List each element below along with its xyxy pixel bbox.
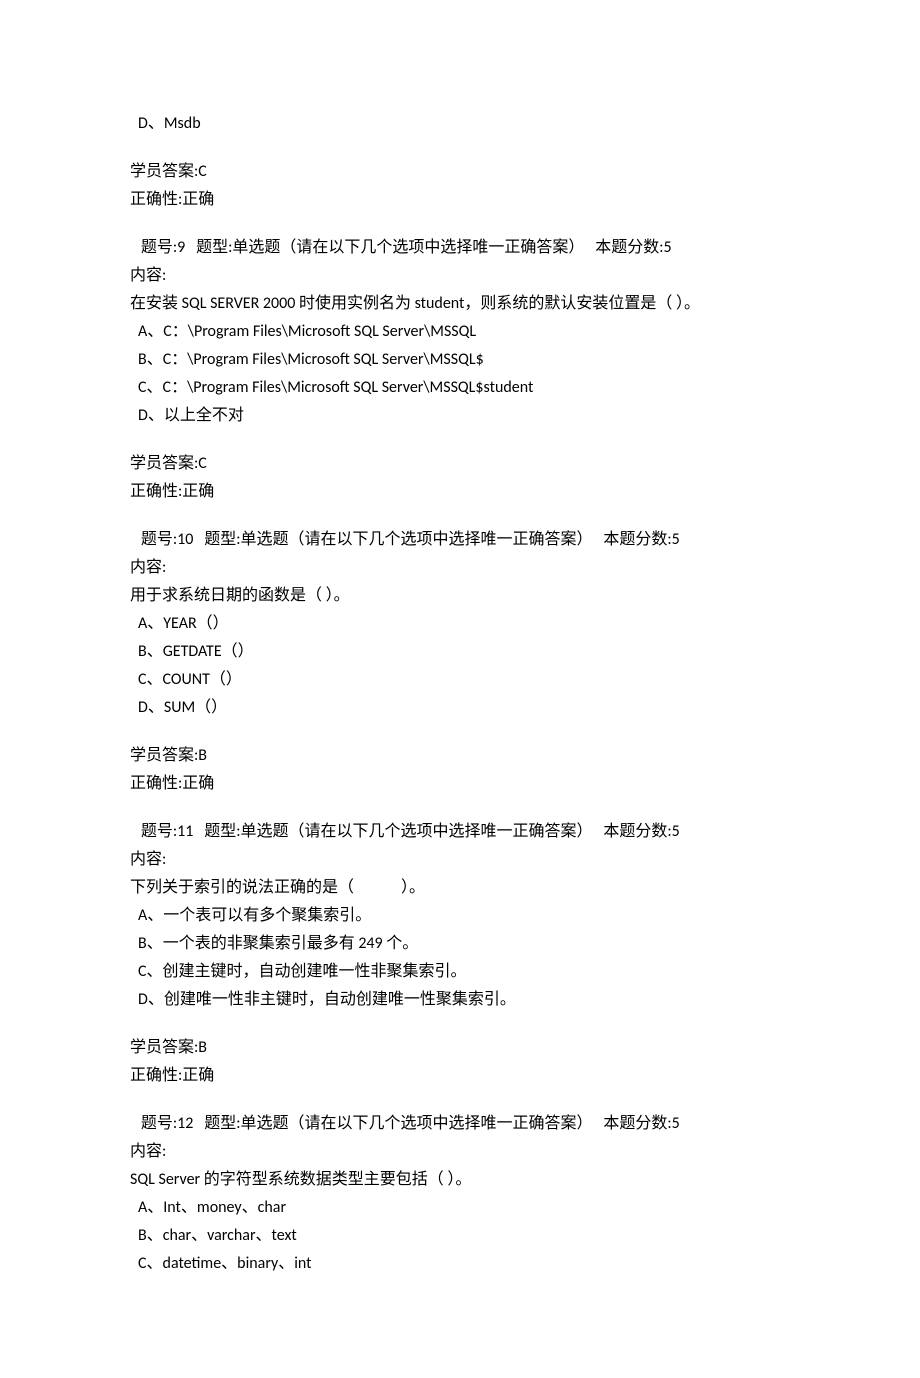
question-9-answer-block: 学员答案:C 正确性:正确: [130, 450, 790, 506]
question-11-answer-block: 学员答案:B 正确性:正确: [130, 1034, 790, 1090]
question-12-option-b: B、char、varchar、text: [130, 1222, 790, 1250]
correctness-label: 正确性:正确: [130, 478, 790, 506]
content-label: 内容:: [130, 262, 790, 290]
question-9-header: 题号:9 题型:单选题（请在以下几个选项中选择唯一正确答案） 本题分数:5: [130, 234, 790, 262]
content-label: 内容:: [130, 1138, 790, 1166]
question-9-option-b: B、C：\Program Files\Microsoft SQL Server\…: [130, 346, 790, 374]
question-10-option-b: B、GETDATE（）: [130, 638, 790, 666]
question-11-option-a: A、一个表可以有多个聚集索引。: [130, 902, 790, 930]
student-answer: 学员答案:C: [130, 158, 790, 186]
correctness-label: 正确性:正确: [130, 1062, 790, 1090]
question-12-header: 题号:12 题型:单选题（请在以下几个选项中选择唯一正确答案） 本题分数:5: [130, 1110, 790, 1138]
question-8-option-d: D、Msdb: [130, 110, 790, 138]
question-11-option-b: B、一个表的非聚集索引最多有 249 个。: [130, 930, 790, 958]
correctness-label: 正确性:正确: [130, 770, 790, 798]
question-11-option-c: C、创建主键时，自动创建唯一性非聚集索引。: [130, 958, 790, 986]
document-page: D、Msdb 学员答案:C 正确性:正确 题号:9 题型:单选题（请在以下几个选…: [0, 0, 920, 1378]
question-12-option-c: C、datetime、binary、int: [130, 1250, 790, 1278]
question-9-stem: 在安装 SQL SERVER 2000 时使用实例名为 student，则系统的…: [130, 290, 790, 318]
correctness-label: 正确性:正确: [130, 186, 790, 214]
question-11-option-d: D、创建唯一性非主键时，自动创建唯一性聚集索引。: [130, 986, 790, 1014]
question-9-option-a: A、C：\Program Files\Microsoft SQL Server\…: [130, 318, 790, 346]
question-9-option-c: C、C：\Program Files\Microsoft SQL Server\…: [130, 374, 790, 402]
content-label: 内容:: [130, 846, 790, 874]
content-label: 内容:: [130, 554, 790, 582]
question-10-option-c: C、COUNT（）: [130, 666, 790, 694]
question-11-header: 题号:11 题型:单选题（请在以下几个选项中选择唯一正确答案） 本题分数:5: [130, 818, 790, 846]
question-10-header: 题号:10 题型:单选题（请在以下几个选项中选择唯一正确答案） 本题分数:5: [130, 526, 790, 554]
question-10-stem: 用于求系统日期的函数是（ ）。: [130, 582, 790, 610]
question-11-stem: 下列关于索引的说法正确的是（ ）。: [130, 874, 790, 902]
student-answer: 学员答案:B: [130, 1034, 790, 1062]
question-10-answer-block: 学员答案:B 正确性:正确: [130, 742, 790, 798]
question-10-option-d: D、SUM（）: [130, 694, 790, 722]
student-answer: 学员答案:B: [130, 742, 790, 770]
question-10-option-a: A、YEAR（）: [130, 610, 790, 638]
question-12-stem: SQL Server 的字符型系统数据类型主要包括（ ）。: [130, 1166, 790, 1194]
student-answer: 学员答案:C: [130, 450, 790, 478]
question-9-option-d: D、以上全不对: [130, 402, 790, 430]
question-8-answer-block: 学员答案:C 正确性:正确: [130, 158, 790, 214]
question-12-option-a: A、Int、money、char: [130, 1194, 790, 1222]
